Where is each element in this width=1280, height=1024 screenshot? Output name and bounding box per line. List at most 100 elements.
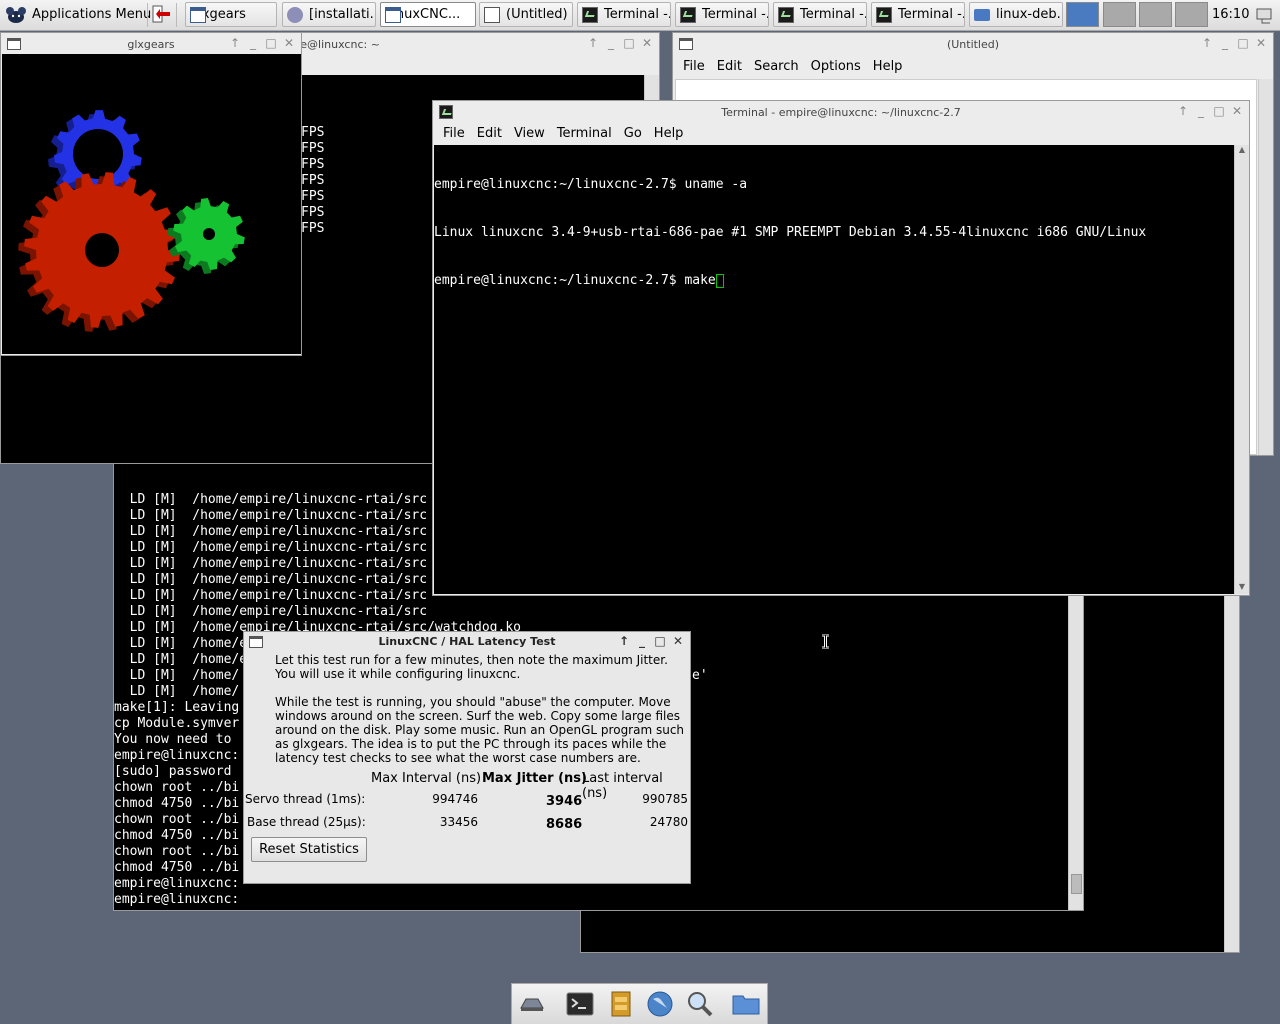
task-untitled[interactable]: (Untitled) <box>479 2 573 27</box>
network-icon[interactable] <box>1254 4 1276 26</box>
terminal-line: LD [M] /home/empire/linuxcnc-rtai/src <box>114 604 428 619</box>
folder-icon <box>974 8 990 21</box>
folder-icon[interactable] <box>731 990 761 1018</box>
text-editor-icon <box>679 38 693 50</box>
task-linuxcnc[interactable]: LinuxCNC... <box>380 2 476 27</box>
workspace-2[interactable] <box>1103 2 1136 27</box>
menu-file[interactable]: File <box>437 126 471 141</box>
maximize-icon[interactable]: □ <box>623 36 635 50</box>
task-terminal-1[interactable]: Terminal -... <box>577 2 671 27</box>
terminal-cursor <box>715 274 724 288</box>
close-icon[interactable]: ✕ <box>641 36 653 50</box>
scrollbar[interactable]: ▲ ▼ <box>1234 145 1249 594</box>
maximize-icon[interactable]: □ <box>265 36 277 50</box>
text-editor-icon <box>484 6 500 23</box>
minimize-icon[interactable]: _ <box>605 36 617 50</box>
scroll-up-arrow[interactable]: ▲ <box>1235 145 1249 157</box>
base-max-interval: 33456 <box>439 815 478 829</box>
servo-max-jitter: 3946 <box>546 794 583 809</box>
web-browser-icon[interactable] <box>645 990 675 1018</box>
menu-edit[interactable]: Edit <box>471 126 508 141</box>
terminal-output[interactable]: empire@linuxcnc:~/linuxcnc-2.7$ uname -a… <box>434 145 1236 594</box>
task-installation[interactable]: [installati... <box>282 2 376 27</box>
menu-view[interactable]: View <box>508 126 551 141</box>
close-icon[interactable]: ✕ <box>672 634 684 648</box>
workspace-3[interactable] <box>1139 2 1172 27</box>
terminal-icon <box>876 6 892 23</box>
terminal-icon <box>582 6 598 23</box>
workspace-1[interactable] <box>1066 2 1099 27</box>
terminal-icon <box>680 6 696 23</box>
task-glxgears[interactable]: glxgears <box>185 2 277 27</box>
scroll-down-arrow[interactable]: ▼ <box>1235 582 1249 594</box>
fps-line: FPS <box>301 157 325 172</box>
terminal-icon[interactable] <box>565 990 595 1018</box>
titlebar[interactable]: glxgears ↑ _ □ ✕ <box>1 33 301 55</box>
menu-help[interactable]: Help <box>867 59 909 74</box>
pin-icon[interactable]: ↑ <box>618 634 630 648</box>
terminal-line: empire@linuxcnc:~/linuxcnc-2.7$ make <box>434 273 716 288</box>
maximize-icon[interactable]: □ <box>654 634 666 648</box>
menu-file[interactable]: File <box>677 59 711 74</box>
task-terminal-3[interactable]: Terminal -... <box>773 2 867 27</box>
search-icon[interactable] <box>685 990 715 1018</box>
pin-icon[interactable]: ↑ <box>1177 104 1189 118</box>
applications-menu-button[interactable]: Applications Menu <box>4 2 151 27</box>
pin-icon[interactable]: ↑ <box>229 36 241 50</box>
action-buttons-icon[interactable] <box>147 3 177 27</box>
titlebar[interactable]: Terminal - empire@linuxcnc: ~/linuxcnc-2… <box>433 101 1249 123</box>
minimize-icon[interactable]: _ <box>1219 36 1231 50</box>
clock[interactable]: 16:10 <box>1212 7 1249 22</box>
window-title: Terminal - empire@linuxcnc: ~/linuxcnc-2… <box>721 105 961 119</box>
minimize-icon[interactable]: _ <box>247 36 259 50</box>
maximize-icon[interactable]: □ <box>1237 36 1249 50</box>
task-terminal-4[interactable]: Terminal -... <box>871 2 965 27</box>
top-panel: Applications Menu glxgears [installati..… <box>0 0 1280 31</box>
window-icon <box>249 635 263 648</box>
fps-line: FPS <box>301 125 325 140</box>
base-last-interval: 24780 <box>649 815 688 829</box>
workspace-4[interactable] <box>1175 2 1208 27</box>
menu-search[interactable]: Search <box>748 59 805 74</box>
menu-go[interactable]: Go <box>618 126 648 141</box>
terminal-window-main[interactable]: Terminal - empire@linuxcnc: ~/linuxcnc-2… <box>432 100 1250 596</box>
red-gear <box>18 172 180 332</box>
close-icon[interactable]: ✕ <box>283 36 295 50</box>
pin-icon[interactable]: ↑ <box>1201 36 1213 50</box>
menu-terminal[interactable]: Terminal <box>551 126 618 141</box>
menu-help[interactable]: Help <box>648 126 690 141</box>
scrollbar[interactable] <box>1258 79 1273 455</box>
file-manager-icon[interactable] <box>606 990 636 1018</box>
terminal-icon <box>439 105 453 119</box>
scrollbar-thumb[interactable] <box>1071 874 1082 894</box>
window-icon <box>190 6 206 23</box>
menu-edit[interactable]: Edit <box>711 59 748 74</box>
task-terminal-2[interactable]: Terminal -... <box>675 2 769 27</box>
servo-thread-label: Servo thread (1ms): <box>245 792 366 806</box>
column-header-max-jitter: Max Jitter (ns) <box>482 771 587 786</box>
minimize-icon[interactable]: _ <box>636 634 648 648</box>
show-desktop-icon[interactable] <box>517 990 547 1018</box>
base-max-jitter: 8686 <box>546 817 583 832</box>
menubar: File Edit View Terminal Go Help <box>433 123 1249 143</box>
base-thread-label: Base thread (25µs): <box>247 815 366 829</box>
task-linux-deb[interactable]: linux-deb... <box>969 2 1063 27</box>
text-cursor-icon <box>821 633 830 650</box>
pin-icon[interactable]: ↑ <box>587 36 599 50</box>
scrollbar[interactable] <box>1224 561 1239 952</box>
minimize-icon[interactable]: _ <box>1195 104 1207 118</box>
close-icon[interactable]: ✕ <box>1231 104 1243 118</box>
titlebar[interactable]: (Untitled) ↑ _ □ ✕ <box>673 33 1273 55</box>
maximize-icon[interactable]: □ <box>1213 104 1225 118</box>
glxgears-window[interactable]: glxgears ↑ _ □ ✕ <box>0 32 302 356</box>
latency-test-window[interactable]: LinuxCNC / HAL Latency Test ↑ _ □ ✕ Let thi… <box>243 631 691 884</box>
close-icon[interactable]: ✕ <box>1255 36 1267 50</box>
fps-line: FPS <box>301 221 325 236</box>
titlebar[interactable]: LinuxCNC / HAL Latency Test ↑ _ □ ✕ <box>244 632 690 651</box>
browser-icon <box>287 6 303 23</box>
column-header-max-interval: Max Interval (ns) <box>371 771 482 786</box>
reset-statistics-button[interactable]: Reset Statistics <box>251 837 367 862</box>
fps-line: FPS <box>301 189 325 204</box>
intro-text: Let this test run for a few minutes, the… <box>275 653 668 681</box>
menu-options[interactable]: Options <box>805 59 867 74</box>
